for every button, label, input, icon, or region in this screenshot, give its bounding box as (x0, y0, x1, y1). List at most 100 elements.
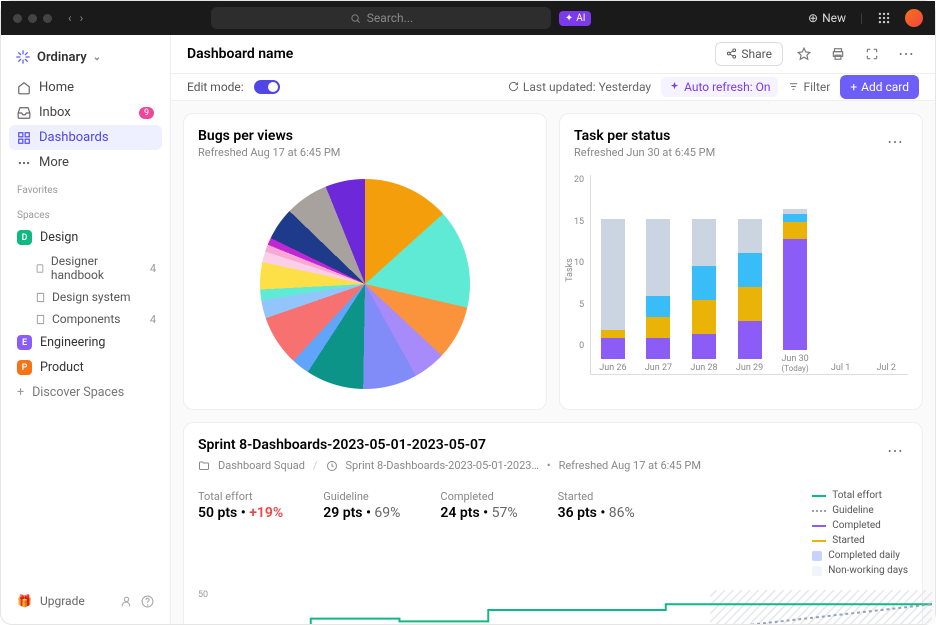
last-updated[interactable]: Last updated: Yesterday (508, 80, 651, 94)
auto-refresh-toggle[interactable]: Auto refresh: On (661, 77, 778, 97)
space-icon: E (17, 335, 32, 350)
doc-icon (35, 292, 46, 303)
space-subitem[interactable]: Components4 (9, 308, 162, 330)
expand-icon (865, 47, 879, 61)
bar-column: Jun 26 (597, 219, 629, 374)
card-title: Bugs per views (198, 128, 340, 144)
bar-segment (692, 300, 716, 334)
x-tick: Jul 2 (876, 363, 895, 374)
bar-segment (738, 219, 762, 253)
user-icon[interactable] (120, 595, 133, 608)
page-header: Dashboard name Share ⋯ (171, 35, 935, 74)
edit-mode-toggle[interactable] (254, 80, 280, 94)
bar-segment (692, 266, 716, 300)
space-item[interactable]: DDesign (9, 225, 162, 250)
nav-inbox[interactable]: Inbox 9 (9, 100, 162, 125)
folder-icon (198, 460, 210, 472)
x-tick: Jun 29 (736, 363, 763, 374)
favorites-heading: Favorites (9, 175, 162, 200)
print-button[interactable] (825, 41, 851, 67)
search-input[interactable]: Search... ✦ AI (211, 7, 551, 29)
help-icon[interactable] (141, 595, 154, 608)
card-menu-button[interactable]: ⋯ (882, 437, 908, 463)
bar-segment (692, 219, 716, 266)
pie-chart (260, 179, 470, 389)
sprint-path[interactable]: Sprint 8-Dashboards-2023-05-01-2023… (346, 459, 539, 472)
y-tick: 50 (198, 590, 208, 600)
card-subtitle: Refreshed Aug 17 at 6:45 PM (198, 146, 340, 159)
space-icon: D (17, 230, 32, 245)
share-button[interactable]: Share (715, 42, 783, 66)
more-button[interactable]: ⋯ (893, 41, 919, 67)
card-title: Task per status (574, 128, 715, 144)
bar-segment (601, 219, 625, 330)
min-dot[interactable] (28, 14, 37, 23)
space-subitem[interactable]: Design system (9, 286, 162, 308)
space-subitem[interactable]: Designer handbook4 (9, 250, 162, 286)
brand-icon (15, 49, 31, 65)
dashboard-icon (17, 131, 31, 145)
new-button[interactable]: ⊕ New (808, 11, 846, 25)
toolbar: Edit mode: Last updated: Yesterday Auto … (171, 74, 935, 101)
filter-button[interactable]: Filter (788, 80, 830, 94)
max-dot[interactable] (43, 14, 52, 23)
card-subtitle: Refreshed Jun 30 at 6:45 PM (574, 146, 715, 159)
titlebar: ‹ › Search... ✦ AI ⊕ New | (1, 1, 935, 35)
forward-icon[interactable]: › (80, 11, 84, 25)
close-dot[interactable] (13, 14, 22, 23)
metric-total: Total effort 50 pts • +19% (198, 490, 283, 576)
home-icon (17, 81, 31, 95)
search-icon (350, 13, 361, 24)
bar-segment (646, 338, 670, 359)
card-title: Sprint 8-Dashboards-2023-05-01-2023-05-0… (198, 437, 701, 453)
bar-segment (646, 219, 670, 296)
brand-name: Ordinary (37, 50, 87, 65)
chevron-down-icon: ⌄ (93, 52, 101, 63)
plus-icon: + (17, 385, 24, 400)
nav-home[interactable]: Home (9, 75, 162, 100)
spaces-heading: Spaces (9, 200, 162, 225)
edit-mode-label: Edit mode: (187, 80, 244, 94)
sparkle-icon (669, 81, 680, 92)
back-icon[interactable]: ‹ (68, 11, 72, 25)
card-task-per-status: Task per status Refreshed Jun 30 at 6:45… (559, 113, 923, 410)
y-tick: 0 (579, 341, 584, 351)
discover-spaces[interactable]: + Discover Spaces (9, 380, 162, 405)
workspace-switcher[interactable]: Ordinary ⌄ (9, 45, 162, 75)
expand-button[interactable] (859, 41, 885, 67)
star-icon (797, 47, 811, 61)
share-icon (726, 48, 737, 59)
page-title: Dashboard name (187, 46, 293, 62)
x-tick: Jun 30(Today) (781, 354, 808, 374)
filter-icon (788, 81, 799, 92)
bar-column: Jun 30(Today) (779, 209, 811, 374)
ai-badge[interactable]: ✦ AI (559, 11, 592, 26)
metric-completed: Completed 24 pts • 57% (440, 490, 517, 576)
bar-segment (783, 214, 807, 223)
card-bugs-per-views: Bugs per views Refreshed Aug 17 at 6:45 … (183, 113, 547, 410)
nav-more[interactable]: More (9, 150, 162, 175)
space-item[interactable]: PProduct (9, 355, 162, 380)
card-menu-button[interactable]: ⋯ (882, 128, 908, 154)
add-card-button[interactable]: + Add card (840, 75, 919, 99)
bar-segment (738, 321, 762, 359)
bar-segment (783, 222, 807, 239)
apps-icon[interactable] (877, 11, 891, 25)
upgrade-link[interactable]: Upgrade (40, 594, 85, 608)
squad-name[interactable]: Dashboard Squad (218, 459, 305, 472)
bar-segment (692, 334, 716, 360)
avatar[interactable] (905, 9, 923, 27)
bar-segment (646, 296, 670, 317)
space-item[interactable]: EEngineering (9, 330, 162, 355)
refresh-icon (508, 81, 519, 92)
window-controls (13, 14, 52, 23)
inbox-badge: 9 (139, 107, 154, 119)
bar-segment (601, 338, 625, 359)
favorite-button[interactable] (791, 41, 817, 67)
card-sprint: Sprint 8-Dashboards-2023-05-01-2023-05-0… (183, 422, 923, 624)
inbox-icon (17, 106, 31, 120)
upgrade-icon: 🎁 (17, 594, 32, 608)
nav-dashboards[interactable]: Dashboards (9, 125, 162, 150)
bar-segment (738, 287, 762, 321)
bar-segment (738, 253, 762, 287)
